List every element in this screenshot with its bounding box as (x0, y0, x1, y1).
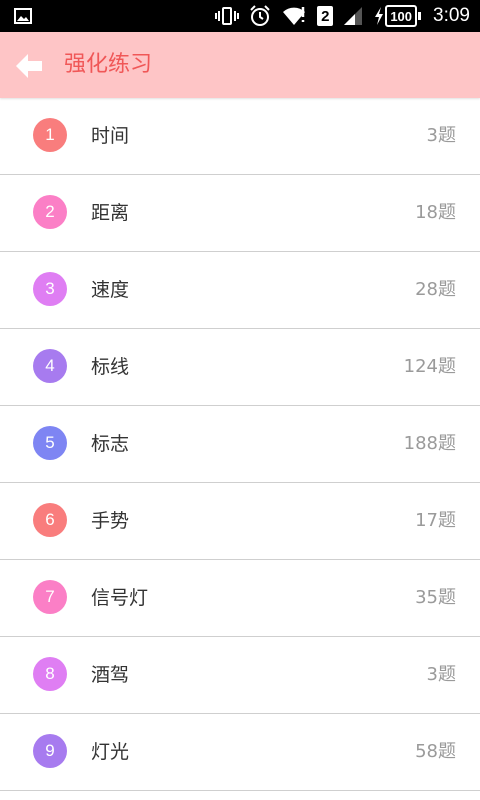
item-count: 124题 (403, 356, 456, 377)
battery-icon: 100 (373, 5, 422, 27)
item-count: 58题 (415, 741, 456, 762)
battery-nub (418, 12, 422, 20)
status-time: 3:09 (433, 5, 470, 26)
item-label: 灯光 (91, 741, 130, 763)
sb-left (14, 8, 32, 28)
image-icon (14, 8, 32, 24)
item-number-badge: 3 (33, 272, 67, 306)
page-title: 强化练习 (64, 52, 153, 77)
list-item[interactable]: 1 时间 3题 (0, 98, 480, 175)
item-number-badge: 4 (33, 349, 67, 383)
sim-icon: 2 (317, 6, 334, 26)
item-label: 速度 (91, 279, 130, 301)
list-item[interactable]: 7 信号灯 35题 (0, 560, 480, 637)
item-count: 17题 (415, 510, 456, 531)
item-label: 标线 (91, 356, 130, 378)
alarm-icon (249, 5, 271, 27)
item-count: 28题 (415, 279, 456, 300)
item-number-badge: 7 (33, 580, 67, 614)
sb-right: 2 100 3:09 (215, 0, 470, 32)
practice-list: 1 时间 3题 2 距离 18题 3 速度 28题 4 标线 124题 5 标志… (0, 98, 480, 791)
item-number-badge: 6 (33, 503, 67, 537)
arrow-left-icon (16, 54, 42, 78)
signal-icon (343, 6, 363, 26)
list-item[interactable]: 3 速度 28题 (0, 252, 480, 329)
item-number-badge: 2 (33, 195, 67, 229)
list-item[interactable]: 2 距离 18题 (0, 175, 480, 252)
item-count: 3题 (426, 125, 456, 146)
list-item[interactable]: 5 标志 188题 (0, 406, 480, 483)
back-button[interactable] (12, 49, 46, 83)
list-item[interactable]: 6 手势 17题 (0, 483, 480, 560)
app-bar: 强化练习 (0, 32, 480, 98)
vibrate-icon (215, 6, 240, 26)
item-number-badge: 5 (33, 426, 67, 460)
item-number-badge: 1 (33, 118, 67, 152)
list-item[interactable]: 4 标线 124题 (0, 329, 480, 406)
item-count: 188题 (403, 433, 456, 454)
item-label: 距离 (91, 202, 130, 224)
item-label: 标志 (91, 433, 130, 455)
item-label: 酒驾 (91, 664, 130, 686)
battery-level: 100 (385, 5, 418, 27)
wifi-icon (281, 5, 307, 27)
item-count: 35题 (415, 587, 456, 608)
item-label: 时间 (91, 125, 130, 147)
list-item[interactable]: 8 酒驾 3题 (0, 637, 480, 714)
status-bar: 2 100 3:09 (0, 0, 480, 32)
item-count: 3题 (426, 664, 456, 685)
item-number-badge: 8 (33, 657, 67, 691)
item-label: 信号灯 (91, 587, 149, 609)
charging-icon (375, 7, 384, 25)
item-count: 18题 (415, 202, 456, 223)
list-item[interactable]: 9 灯光 58题 (0, 714, 480, 791)
item-label: 手势 (91, 510, 130, 532)
item-number-badge: 9 (33, 734, 67, 768)
